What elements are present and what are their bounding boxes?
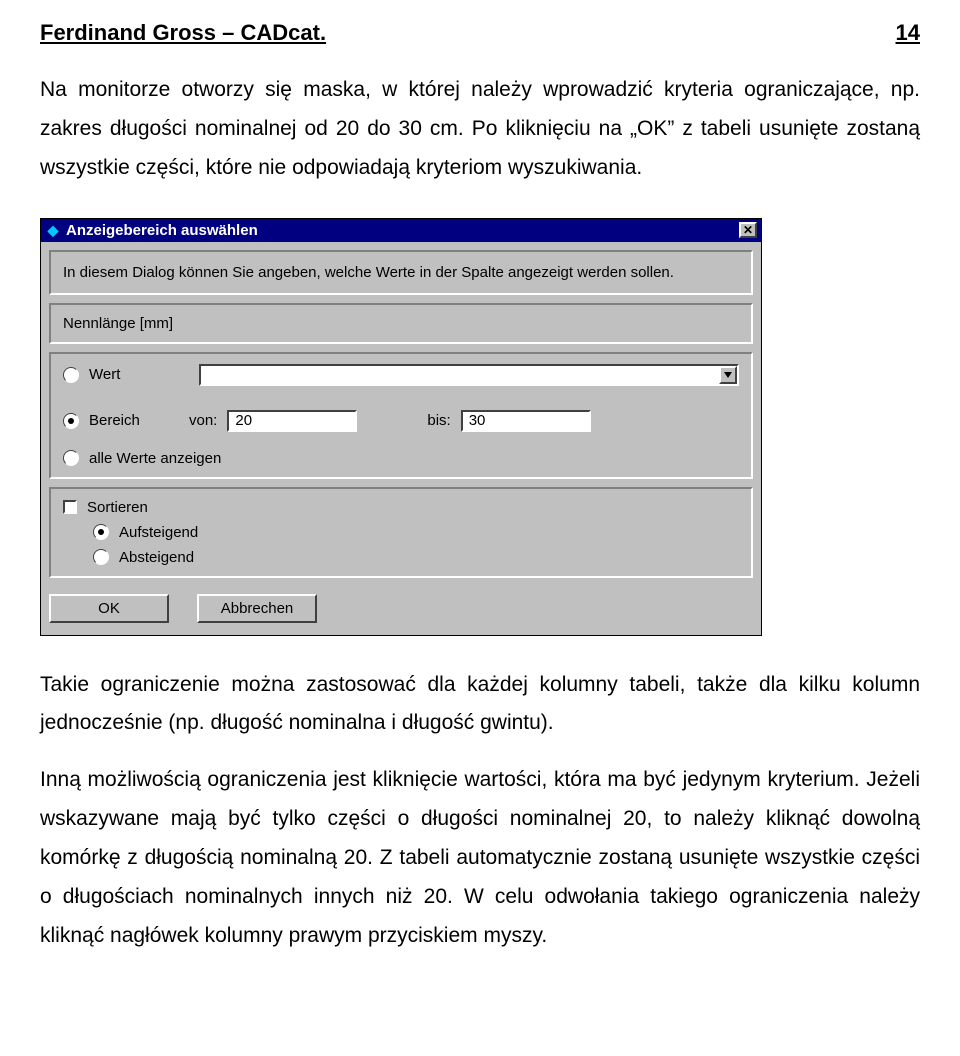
dialog-intro-text: In diesem Dialog können Sie angeben, wel… xyxy=(63,262,739,283)
radio-bereich-label: Bereich xyxy=(89,412,149,429)
wert-value xyxy=(201,366,719,384)
bis-input[interactable]: 30 xyxy=(461,410,591,432)
von-value: 20 xyxy=(235,412,252,429)
von-input[interactable]: 20 xyxy=(227,410,357,432)
bis-label: bis: xyxy=(427,412,450,429)
close-icon[interactable]: ✕ xyxy=(739,222,757,238)
app-icon: ◆ xyxy=(45,222,61,238)
dialog-sort-section: Sortieren Aufsteigend Absteigend xyxy=(49,487,753,578)
sort-checkbox[interactable] xyxy=(63,500,77,514)
page-number: 14 xyxy=(896,20,920,46)
radio-all-label: alle Werte anzeigen xyxy=(89,450,221,467)
radio-ascending[interactable] xyxy=(93,524,109,540)
ok-button[interactable]: OK xyxy=(49,594,169,623)
paragraph-1: Na monitorze otworzy się maska, w której… xyxy=(40,71,920,188)
radio-wert[interactable] xyxy=(63,367,79,383)
select-range-dialog: ◆ Anzeigebereich auswählen ✕ In diesem D… xyxy=(40,218,762,636)
chevron-down-icon[interactable] xyxy=(719,366,737,384)
dialog-intro-section: In diesem Dialog können Sie angeben, wel… xyxy=(49,250,753,295)
radio-bereich[interactable] xyxy=(63,413,79,429)
column-name: Nennlänge [mm] xyxy=(63,315,739,332)
wert-combo[interactable] xyxy=(199,364,739,386)
dialog-titlebar: ◆ Anzeigebereich auswählen ✕ xyxy=(41,219,761,242)
sort-label: Sortieren xyxy=(87,499,148,516)
header-title: Ferdinand Gross – CADcat. xyxy=(40,20,326,46)
page-header: Ferdinand Gross – CADcat. 14 xyxy=(40,20,920,47)
paragraph-2: Takie ograniczenie można zastosować dla … xyxy=(40,666,920,744)
von-label: von: xyxy=(189,412,217,429)
dialog-filter-section: Wert Bereich von: 20 bis: 30 xyxy=(49,352,753,479)
radio-asc-label: Aufsteigend xyxy=(119,524,198,541)
cancel-button[interactable]: Abbrechen xyxy=(197,594,317,623)
radio-desc-label: Absteigend xyxy=(119,549,194,566)
dialog-button-row: OK Abbrechen xyxy=(41,586,761,635)
dialog-column-section: Nennlänge [mm] xyxy=(49,303,753,344)
radio-wert-label: Wert xyxy=(89,366,149,383)
radio-descending[interactable] xyxy=(93,549,109,565)
bis-value: 30 xyxy=(469,412,486,429)
paragraph-3: Inną możliwością ograniczenia jest klikn… xyxy=(40,761,920,955)
dialog-title: Anzeigebereich auswählen xyxy=(66,222,739,239)
radio-all-values[interactable] xyxy=(63,450,79,466)
